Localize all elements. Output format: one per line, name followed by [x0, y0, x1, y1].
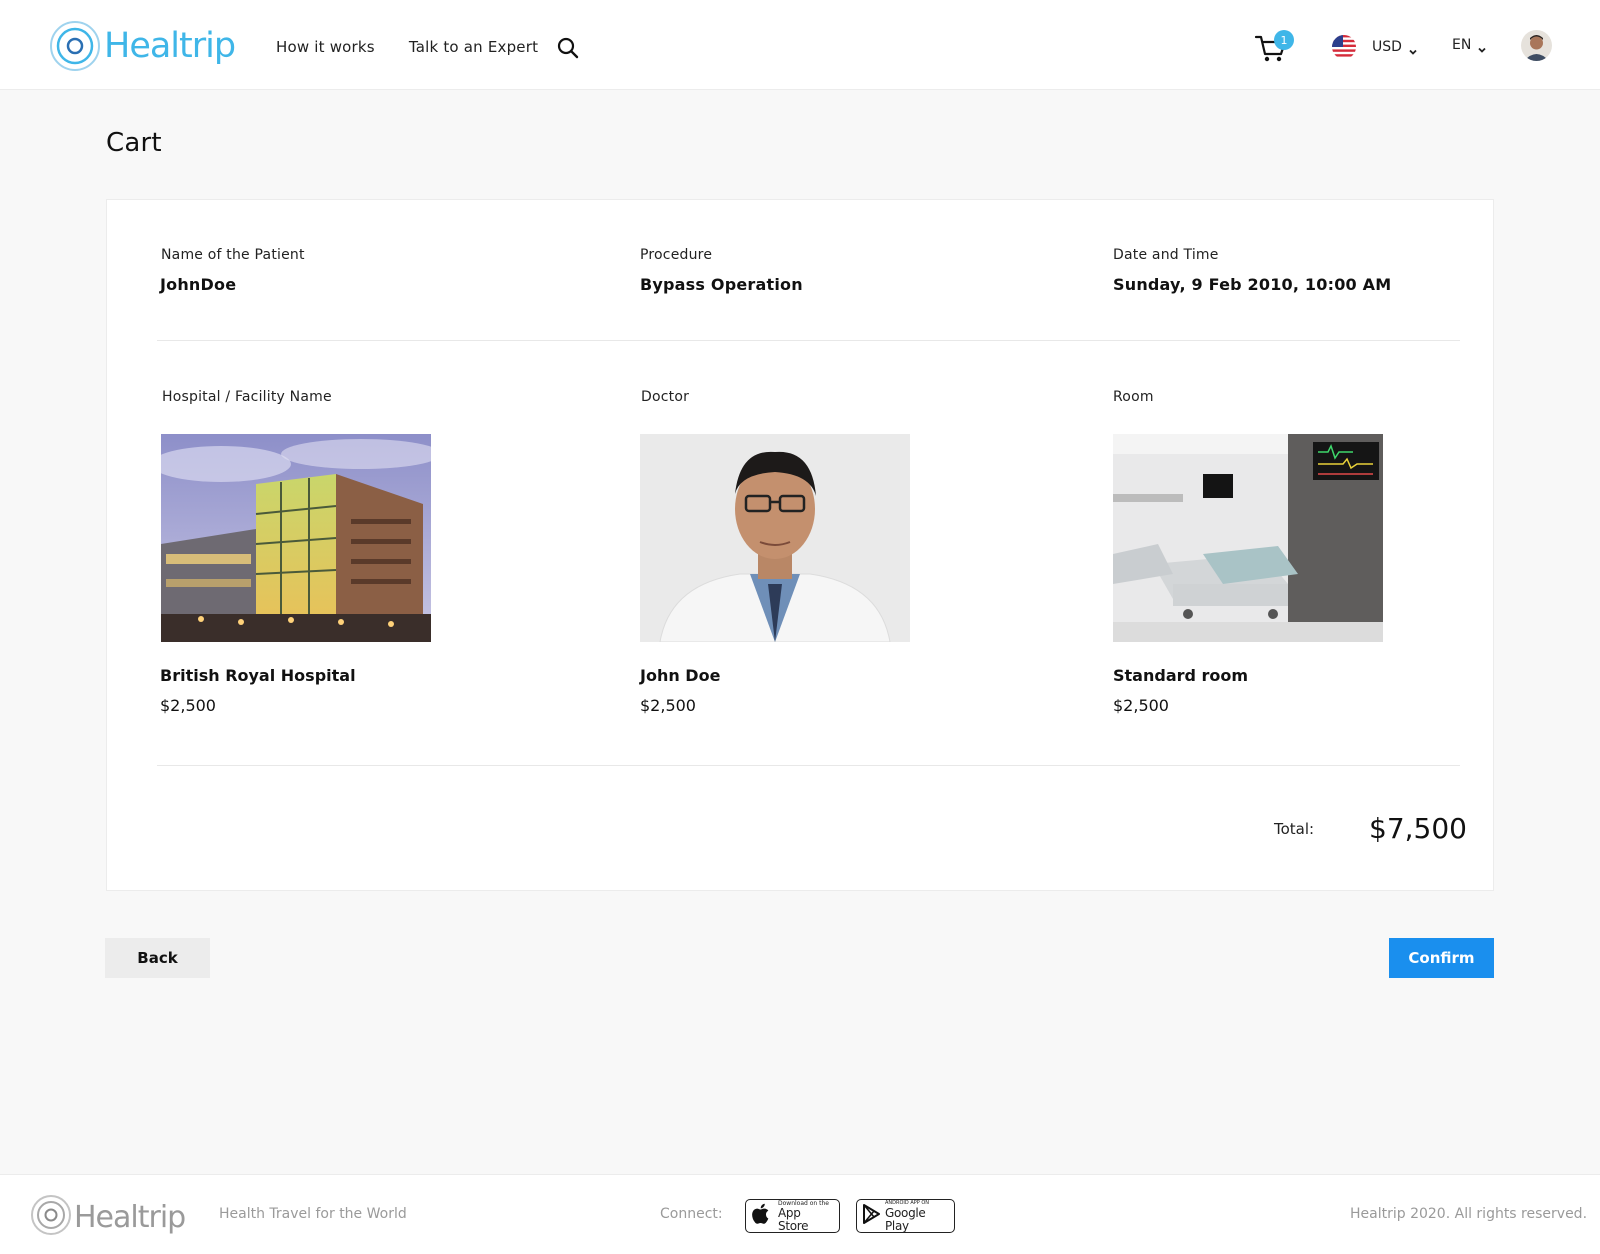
doctor-price: $2,500: [640, 696, 696, 715]
hospital-price: $2,500: [160, 696, 216, 715]
search-icon[interactable]: [556, 36, 580, 60]
back-button[interactable]: Back: [105, 938, 210, 978]
app-store-badge[interactable]: Download on the App Store: [745, 1199, 840, 1233]
nav-talk-to-expert[interactable]: Talk to an Expert: [409, 38, 538, 56]
logo-mark-icon: [49, 20, 101, 72]
brand-name: Healtrip: [104, 26, 236, 66]
confirm-button[interactable]: Confirm: [1389, 938, 1494, 978]
google-play-icon: [863, 1204, 881, 1228]
chevron-down-icon: [1477, 40, 1487, 53]
hospital-label: Hospital / Facility Name: [162, 389, 332, 405]
footer-connect-label: Connect:: [660, 1206, 723, 1222]
app-store-name: App Store: [778, 1205, 809, 1233]
google-play-name: Google Play: [885, 1205, 926, 1233]
page-title: Cart: [106, 128, 162, 158]
patient-label: Name of the Patient: [161, 247, 305, 263]
total-value: $7,500: [1369, 812, 1467, 845]
footer-tagline: Health Travel for the World: [219, 1206, 407, 1222]
doctor-name: John Doe: [640, 666, 721, 685]
patient-value: JohnDoe: [160, 275, 237, 294]
google-play-badge[interactable]: ANDROID APP ON Google Play: [856, 1199, 955, 1233]
language-label: EN: [1452, 37, 1472, 53]
logo-mark-icon: [30, 1194, 72, 1240]
procedure-label: Procedure: [640, 247, 713, 263]
top-header: Healtrip How it works Talk to an Expert …: [0, 0, 1600, 90]
total-label: Total:: [1274, 820, 1315, 838]
datetime-label: Date and Time: [1113, 247, 1219, 263]
language-selector[interactable]: EN: [1452, 37, 1487, 53]
apple-icon: [752, 1203, 772, 1229]
nav-how-it-works[interactable]: How it works: [276, 38, 375, 56]
cart-summary-card: Name of the Patient JohnDoe Procedure By…: [106, 199, 1494, 891]
room-image: [1113, 434, 1383, 642]
brand-logo[interactable]: Healtrip: [49, 20, 236, 72]
currency-label: USD: [1372, 39, 1402, 55]
divider: [157, 765, 1460, 766]
us-flag-icon: [1332, 35, 1356, 59]
user-avatar[interactable]: [1521, 30, 1552, 61]
main-nav: How it works Talk to an Expert: [276, 38, 538, 56]
footer-logo[interactable]: Healtrip: [30, 1194, 186, 1240]
footer-brand-name: Healtrip: [74, 1199, 186, 1235]
procedure-value: Bypass Operation: [640, 275, 803, 294]
divider: [157, 340, 1460, 341]
doctor-label: Doctor: [641, 389, 690, 405]
doctor-image: [640, 434, 910, 642]
cart-count-badge: 1: [1274, 30, 1294, 50]
room-name: Standard room: [1113, 666, 1249, 685]
chevron-down-icon: [1408, 42, 1418, 55]
footer-copyright: Healtrip 2020. All rights reserved.: [1350, 1206, 1588, 1222]
currency-selector[interactable]: USD: [1332, 35, 1418, 59]
room-price: $2,500: [1113, 696, 1169, 715]
hospital-image: [161, 434, 431, 642]
datetime-value: Sunday, 9 Feb 2010, 10:00 AM: [1113, 275, 1392, 294]
hospital-name: British Royal Hospital: [160, 666, 356, 685]
room-label: Room: [1113, 389, 1154, 405]
site-footer: Healtrip Health Travel for the World Con…: [0, 1174, 1600, 1254]
